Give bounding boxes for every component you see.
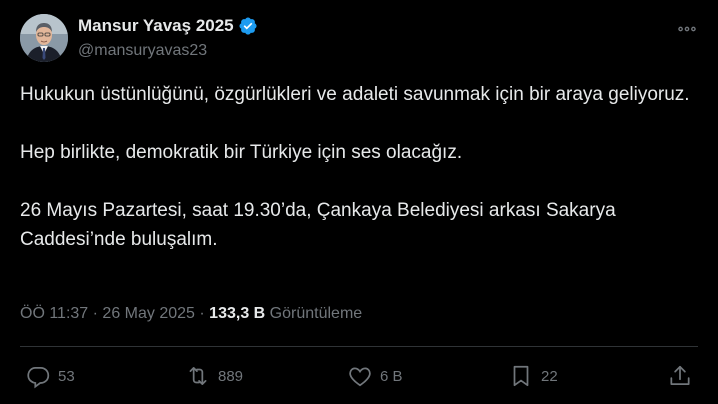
heart-icon: [347, 363, 373, 389]
meta-separator: ·: [92, 305, 98, 322]
avatar[interactable]: [20, 14, 68, 62]
tweet-paragraph: Hukukun üstünlüğünü, özgürlükleri ve ada…: [20, 84, 690, 105]
divider: [20, 346, 698, 347]
bookmark-icon: [508, 363, 534, 389]
bookmark-count: 22: [541, 367, 558, 385]
verified-badge-icon[interactable]: [238, 16, 258, 36]
author-name-row: Mansur Yavaş 2025: [78, 16, 258, 36]
tweet-paragraph: 26 Mayıs Pazartesi, saat 19.30’da, Çanka…: [20, 200, 616, 250]
views-label: Görüntüleme: [269, 305, 363, 322]
action-bar: 53 889 6 B 22: [20, 363, 698, 389]
tweet-text: Hukukun üstünlüğünü, özgürlükleri ve ada…: [20, 80, 690, 254]
repost-button[interactable]: 889: [185, 363, 243, 389]
share-icon: [667, 363, 693, 389]
reply-icon: [25, 363, 51, 389]
tweet-card: Mansur Yavaş 2025 @mansuryavas23 Hukukun…: [0, 0, 718, 404]
meta-separator: ·: [199, 305, 205, 322]
repost-icon: [185, 363, 211, 389]
avatar-image: [20, 14, 68, 62]
repost-count: 889: [218, 367, 244, 385]
author-handle[interactable]: @mansuryavas23: [78, 41, 207, 61]
like-count: 6 B: [380, 367, 403, 385]
like-button[interactable]: 6 B: [347, 363, 403, 389]
reply-button[interactable]: 53: [25, 363, 75, 389]
tweet-meta: ÖÖ 11:37 · 26 May 2025 · 133,3 B Görüntü…: [20, 304, 362, 324]
author-display-name[interactable]: Mansur Yavaş 2025: [78, 16, 234, 36]
more-horizontal-icon[interactable]: [676, 18, 698, 40]
tweet-paragraph: Hep birlikte, demokratik bir Türkiye içi…: [20, 142, 463, 163]
tweet-date[interactable]: 26 May 2025: [102, 305, 195, 322]
reply-count: 53: [58, 367, 75, 385]
views-count[interactable]: 133,3 B: [209, 305, 265, 322]
tweet-time[interactable]: ÖÖ 11:37: [20, 305, 88, 322]
bookmark-button[interactable]: 22: [508, 363, 558, 389]
share-button[interactable]: [667, 363, 693, 389]
